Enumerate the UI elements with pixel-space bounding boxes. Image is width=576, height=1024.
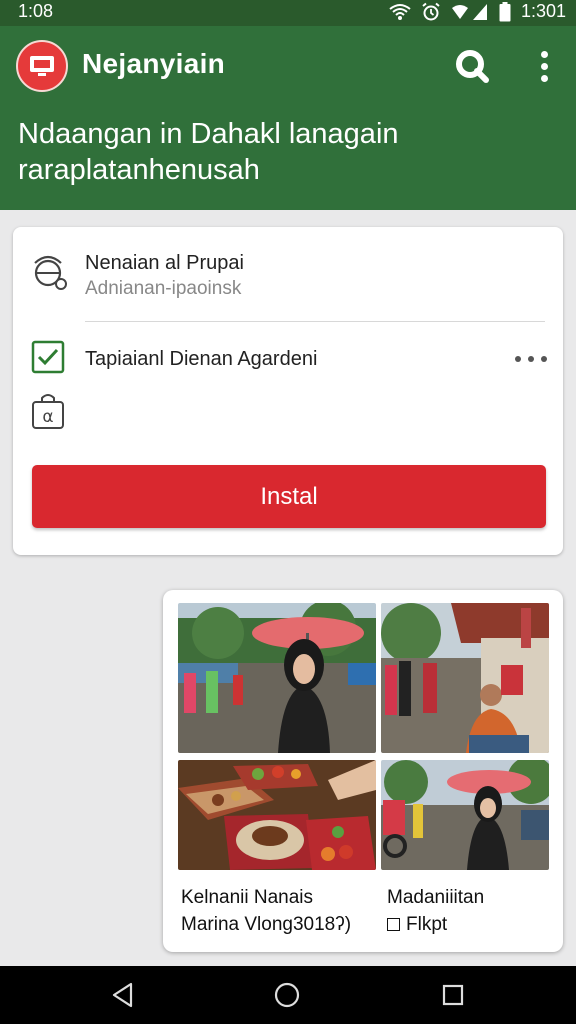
recents-button[interactable] [436, 978, 470, 1012]
more-vert-icon-dot [540, 74, 548, 82]
app-bar: Nejanyiain Ndaangan in Dahakl lanagain r… [0, 26, 576, 210]
caption-line: Marina Vlong3018ʔ) [181, 914, 352, 935]
svg-text:α: α [42, 407, 53, 427]
item-title-1: Nenaian al Prupai [85, 252, 244, 274]
gallery-photo[interactable] [381, 760, 549, 870]
battery-text: 1:301 [520, 1, 566, 21]
more-vert-icon-dot [540, 50, 548, 58]
gallery-photo[interactable] [381, 603, 549, 753]
search-icon [456, 50, 489, 83]
item-subtitle-1: Adnianan-ipaoinsk [85, 278, 242, 299]
app-title: Nejanyiain [82, 48, 226, 79]
photo-gallery-card: Kelnanii Nanais Marina Vlong3018ʔ) Madan… [163, 590, 563, 952]
app-logo-icon [16, 40, 68, 92]
recents-icon [442, 984, 464, 1006]
app-info-card: Nenaian al Prupai Adnianan-ipaoinsk Tapi… [13, 227, 563, 555]
caption-line: Flkpt [406, 914, 448, 935]
caption-line: Madaniiitan [387, 887, 485, 908]
gallery-caption-2: Madaniiitan Flkpt [387, 884, 484, 938]
item-more-button[interactable] [515, 349, 547, 369]
gallery-photo[interactable] [178, 603, 376, 753]
battery-icon [499, 1, 511, 21]
status-time: 1:08 [18, 1, 54, 21]
more-options-button[interactable] [528, 46, 560, 86]
home-icon [274, 982, 300, 1008]
signal-icon [451, 3, 487, 20]
checkbox-checked-icon[interactable] [31, 340, 65, 374]
headline: Ndaangan in Dahakl lanagain raraplatanhe… [18, 118, 399, 186]
caption-checkbox-row[interactable]: Flkpt [387, 911, 484, 938]
alarm-icon [422, 2, 440, 20]
back-button[interactable] [106, 978, 140, 1012]
home-button[interactable] [270, 978, 304, 1012]
search-button[interactable] [452, 46, 492, 86]
caption-line: Kelnanii Nanais [181, 887, 314, 908]
navigation-bar [0, 966, 576, 1024]
status-bar: 1:08 1:301 [0, 0, 576, 26]
more-horiz-icon-dot [541, 356, 547, 362]
wifi-icon [389, 3, 411, 20]
more-horiz-icon-dot [528, 356, 534, 362]
more-vert-icon-dot [540, 62, 548, 70]
more-horiz-icon-dot [515, 356, 521, 362]
back-icon [112, 982, 133, 1008]
item-title-2: Tapiaianl Dienan Agardeni [85, 348, 318, 370]
checkbox-unchecked-icon[interactable] [387, 918, 400, 931]
sync-clock-icon [34, 255, 67, 290]
lock-alpha-icon: α [32, 394, 64, 429]
gallery-photo[interactable] [178, 760, 376, 870]
install-button[interactable]: Instal [32, 465, 546, 528]
gallery-caption-1: Kelnanii Nanais Marina Vlong3018ʔ) [181, 884, 351, 938]
divider [85, 321, 545, 322]
